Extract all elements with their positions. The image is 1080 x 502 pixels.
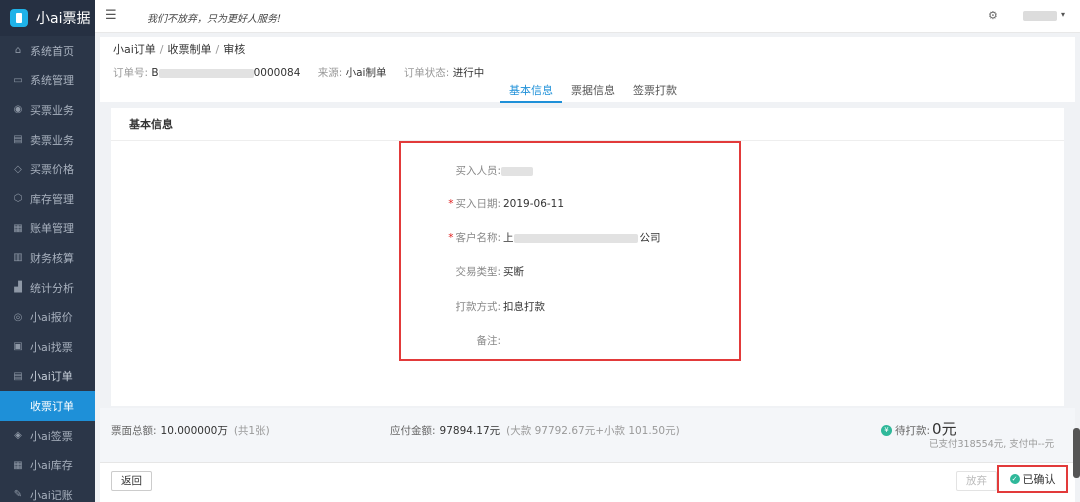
sidebar-item-buy-price[interactable]: ◇ 买票价格 — [0, 154, 95, 184]
abandon-button[interactable]: 放弃 — [956, 471, 997, 491]
face-total-value: 10.000000万 — [160, 425, 228, 437]
app-logo[interactable]: 小ai票据 — [0, 0, 95, 36]
shield-icon: ◈ — [14, 430, 22, 442]
tab-basic-info[interactable]: 基本信息 — [500, 82, 562, 103]
breadcrumb-receive[interactable]: 收票制单 — [168, 43, 212, 56]
sidebar-item-home[interactable]: ⌂ 系统首页 — [0, 36, 95, 66]
paid-info: 已支付318554元, 支付中--元 — [929, 439, 1055, 450]
status-value: 进行中 — [452, 67, 485, 79]
chart-icon: ▟ — [14, 282, 22, 294]
due-label: 待打款: — [895, 425, 931, 437]
check-circle-icon: ✓ — [1009, 474, 1020, 484]
circle-icon: ◉ — [13, 104, 23, 116]
bill-icon: ▦ — [13, 222, 23, 234]
order-no-redacted — [158, 68, 254, 78]
sidebar-item-inventory[interactable]: ⬡ 库存管理 — [0, 184, 95, 214]
app-logo-icon — [10, 9, 28, 27]
source-value: 小ai制单 — [345, 67, 387, 79]
sidebar-item-sell[interactable]: ▤ 卖票业务 — [0, 125, 95, 155]
tag-icon: ◇ — [14, 163, 22, 175]
top-header: ☰ 我们不放弃，只为更好人服务! ⚙ ▾ — [95, 0, 1080, 33]
gear-icon[interactable]: ⚙ — [988, 9, 998, 22]
face-total: 票面总额: 10.000000万 (共1张) — [111, 425, 270, 437]
sidebar-item-quote[interactable]: ◎ 小ai报价 — [0, 302, 95, 332]
breadcrumb: 小ai订单 / 收票制单 / 审核 — [113, 43, 246, 56]
sidebar-item-bills[interactable]: ▦ 账单管理 — [0, 214, 95, 244]
source-label: 来源: — [317, 67, 343, 79]
annotation-highlight-box — [399, 141, 741, 361]
sidebar-item-system[interactable]: ▭ 系统管理 — [0, 66, 95, 96]
back-button[interactable]: 返回 — [111, 471, 152, 491]
home-icon: ⌂ — [14, 45, 22, 57]
order-icon: ▤ — [13, 370, 23, 382]
card-icon: ▤ — [13, 134, 23, 146]
amount-summary: 票面总额: 10.000000万 (共1张) 应付金额: 97894.17元 (大款 9… — [100, 408, 1075, 462]
edit-icon: ✎ — [13, 489, 23, 501]
payable-amount: 应付金额: 97894.17元 (大款 97792.67元+小款 101.50元) — [390, 425, 680, 437]
order-no-prefix: B — [151, 67, 159, 79]
order-info-card: 小ai订单 / 收票制单 / 审核 订单号: B 0000084 来源: 小ai制单 订单… — [100, 37, 1075, 103]
action-footer: 返回 放弃 ✓ 已确认 — [100, 462, 1075, 502]
sidebar-item-stock[interactable]: ▦ 小ai库存 — [0, 450, 95, 480]
stock-icon: ▦ — [13, 459, 23, 471]
sidebar: 小ai票据 ⌂ 系统首页 ▭ 系统管理 ◉ 买票业务 ▤ 卖票业务 ◇ 买票价格 ⬡ 库存管… — [0, 0, 95, 502]
order-no-suffix: 0000084 — [253, 67, 301, 79]
order-meta: 订单号: B 0000084 来源: 小ai制单 订单状态: 进行中 — [113, 65, 498, 80]
sidebar-item-finance[interactable]: ▥ 财务核算 — [0, 243, 95, 273]
confirmed-label: 已确认 — [1022, 473, 1056, 486]
payable-value: 97894.17元 — [439, 425, 501, 437]
sidebar-item-buy[interactable]: ◉ 买票业务 — [0, 95, 95, 125]
sidebar-menu: ⌂ 系统首页 ▭ 系统管理 ◉ 买票业务 ▤ 卖票业务 ◇ 买票价格 ⬡ 库存管理 ▦ 账单管… — [0, 36, 95, 502]
price-icon: ◎ — [13, 311, 23, 323]
order-no-label: 订单号: — [113, 67, 149, 79]
chevron-down-icon[interactable]: ▾ — [1061, 10, 1065, 19]
calculator-icon: ▥ — [13, 252, 23, 264]
face-count: (共1张) — [233, 425, 270, 437]
box-icon: ⬡ — [13, 193, 23, 205]
sidebar-item-sign[interactable]: ◈ 小ai签票 — [0, 421, 95, 451]
card-title: 基本信息 — [111, 108, 1064, 141]
tab-sign-payment[interactable]: 签票打款 — [624, 82, 686, 103]
payable-detail: (大款 97792.67元+小款 101.50元) — [506, 425, 680, 437]
scrollbar-thumb[interactable] — [1073, 428, 1080, 478]
search-doc-icon: ▣ — [13, 341, 23, 353]
breadcrumb-review: 审核 — [223, 43, 246, 56]
sidebar-item-find[interactable]: ▣ 小ai找票 — [0, 332, 95, 362]
tab-bill-info[interactable]: 票据信息 — [562, 82, 624, 103]
monitor-icon: ▭ — [13, 74, 23, 86]
sidebar-subitem-receive-orders[interactable]: 收票订单 — [0, 391, 95, 421]
breadcrumb-orders[interactable]: 小ai订单 — [113, 43, 156, 56]
detail-tabs: 基本信息 票据信息 签票打款 — [500, 82, 686, 103]
confirmed-status[interactable]: ✓ 已确认 — [997, 465, 1068, 493]
sidebar-item-accounting[interactable]: ✎ 小ai记账 — [0, 480, 95, 502]
menu-toggle-icon[interactable]: ☰ — [105, 8, 117, 23]
sidebar-item-orders[interactable]: ▤ 小ai订单 — [0, 362, 95, 392]
user-avatar[interactable] — [1023, 11, 1057, 21]
app-name: 小ai票据 — [36, 11, 91, 27]
status-label: 订单状态: — [403, 67, 450, 79]
sidebar-item-stats[interactable]: ▟ 统计分析 — [0, 273, 95, 303]
header-slogan: 我们不放弃，只为更好人服务! — [147, 14, 282, 25]
currency-icon: ¥ — [881, 425, 892, 436]
